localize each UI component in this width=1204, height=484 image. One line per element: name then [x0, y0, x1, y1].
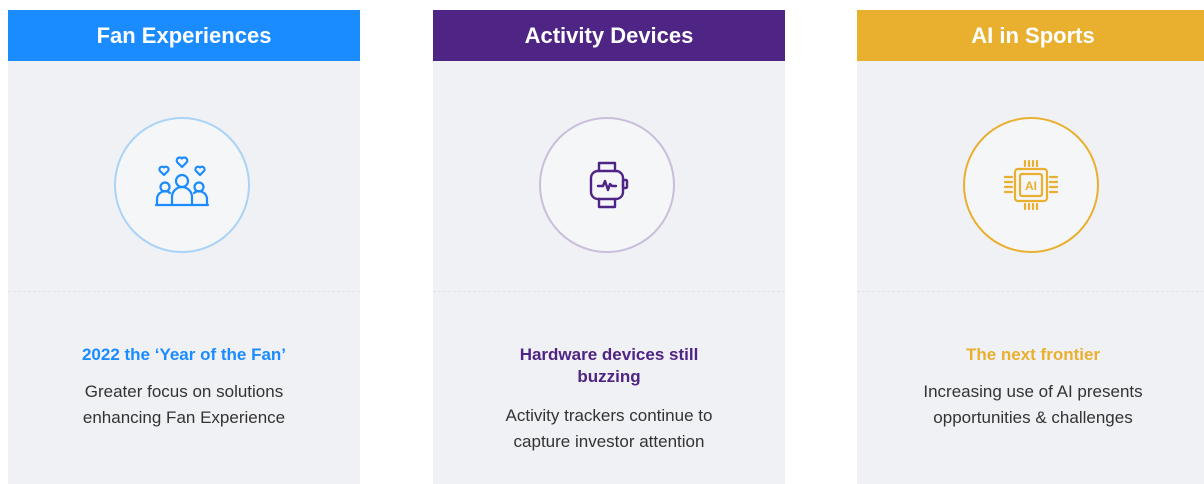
card-header: Fan Experiences: [8, 10, 360, 61]
ai-chip-label: AI: [1025, 179, 1037, 193]
headline-line: Hardware devices still: [519, 345, 699, 364]
card-title: Activity Devices: [524, 22, 694, 48]
card-headline: Hardware devices still buzzing: [453, 344, 765, 388]
card-title: AI in Sports: [971, 22, 1095, 48]
description-line: Greater focus on solutions: [84, 382, 284, 401]
card-body: Hardware devices still buzzing Activity …: [433, 61, 785, 484]
description-line: opportunities & challenges: [933, 408, 1133, 427]
card-activity-devices: Activity Devices Hardware devices still …: [433, 10, 785, 484]
smartwatch-icon: [589, 161, 629, 209]
card-title: Fan Experiences: [96, 22, 272, 48]
card-body: AI The next frontier Increasing use of A…: [857, 61, 1204, 484]
divider: [857, 291, 1204, 292]
card-description: Increasing use of AI presents opportunit…: [877, 379, 1189, 431]
card-fan-experiences: Fan Experiences 2022 the ‘Year of the Fa…: [8, 10, 360, 484]
card-description: Activity trackers continue to capture in…: [453, 403, 765, 455]
description-line: capture investor attention: [513, 432, 705, 451]
card-description: Greater focus on solutions enhancing Fan…: [28, 379, 340, 431]
description-line: enhancing Fan Experience: [82, 408, 286, 427]
ai-chip-icon: AI: [1003, 159, 1059, 211]
card-headline: 2022 the ‘Year of the Fan’: [81, 345, 287, 364]
divider: [433, 291, 785, 292]
icon-circle: AI: [963, 117, 1099, 253]
description-line: Activity trackers continue to: [505, 406, 713, 425]
card-body: 2022 the ‘Year of the Fan’ Greater focus…: [8, 61, 360, 484]
icon-circle: [114, 117, 250, 253]
headline-line: buzzing: [577, 367, 641, 386]
card-header: AI in Sports: [857, 10, 1204, 61]
divider: [8, 291, 360, 292]
card-ai-in-sports: AI in Sports AI The next frontier Increa…: [857, 10, 1204, 484]
fans-hearts-icon: [154, 156, 210, 207]
description-line: Increasing use of AI presents: [923, 382, 1143, 401]
card-headline: The next frontier: [965, 345, 1101, 364]
card-header: Activity Devices: [433, 10, 785, 61]
icon-circle: [539, 117, 675, 253]
